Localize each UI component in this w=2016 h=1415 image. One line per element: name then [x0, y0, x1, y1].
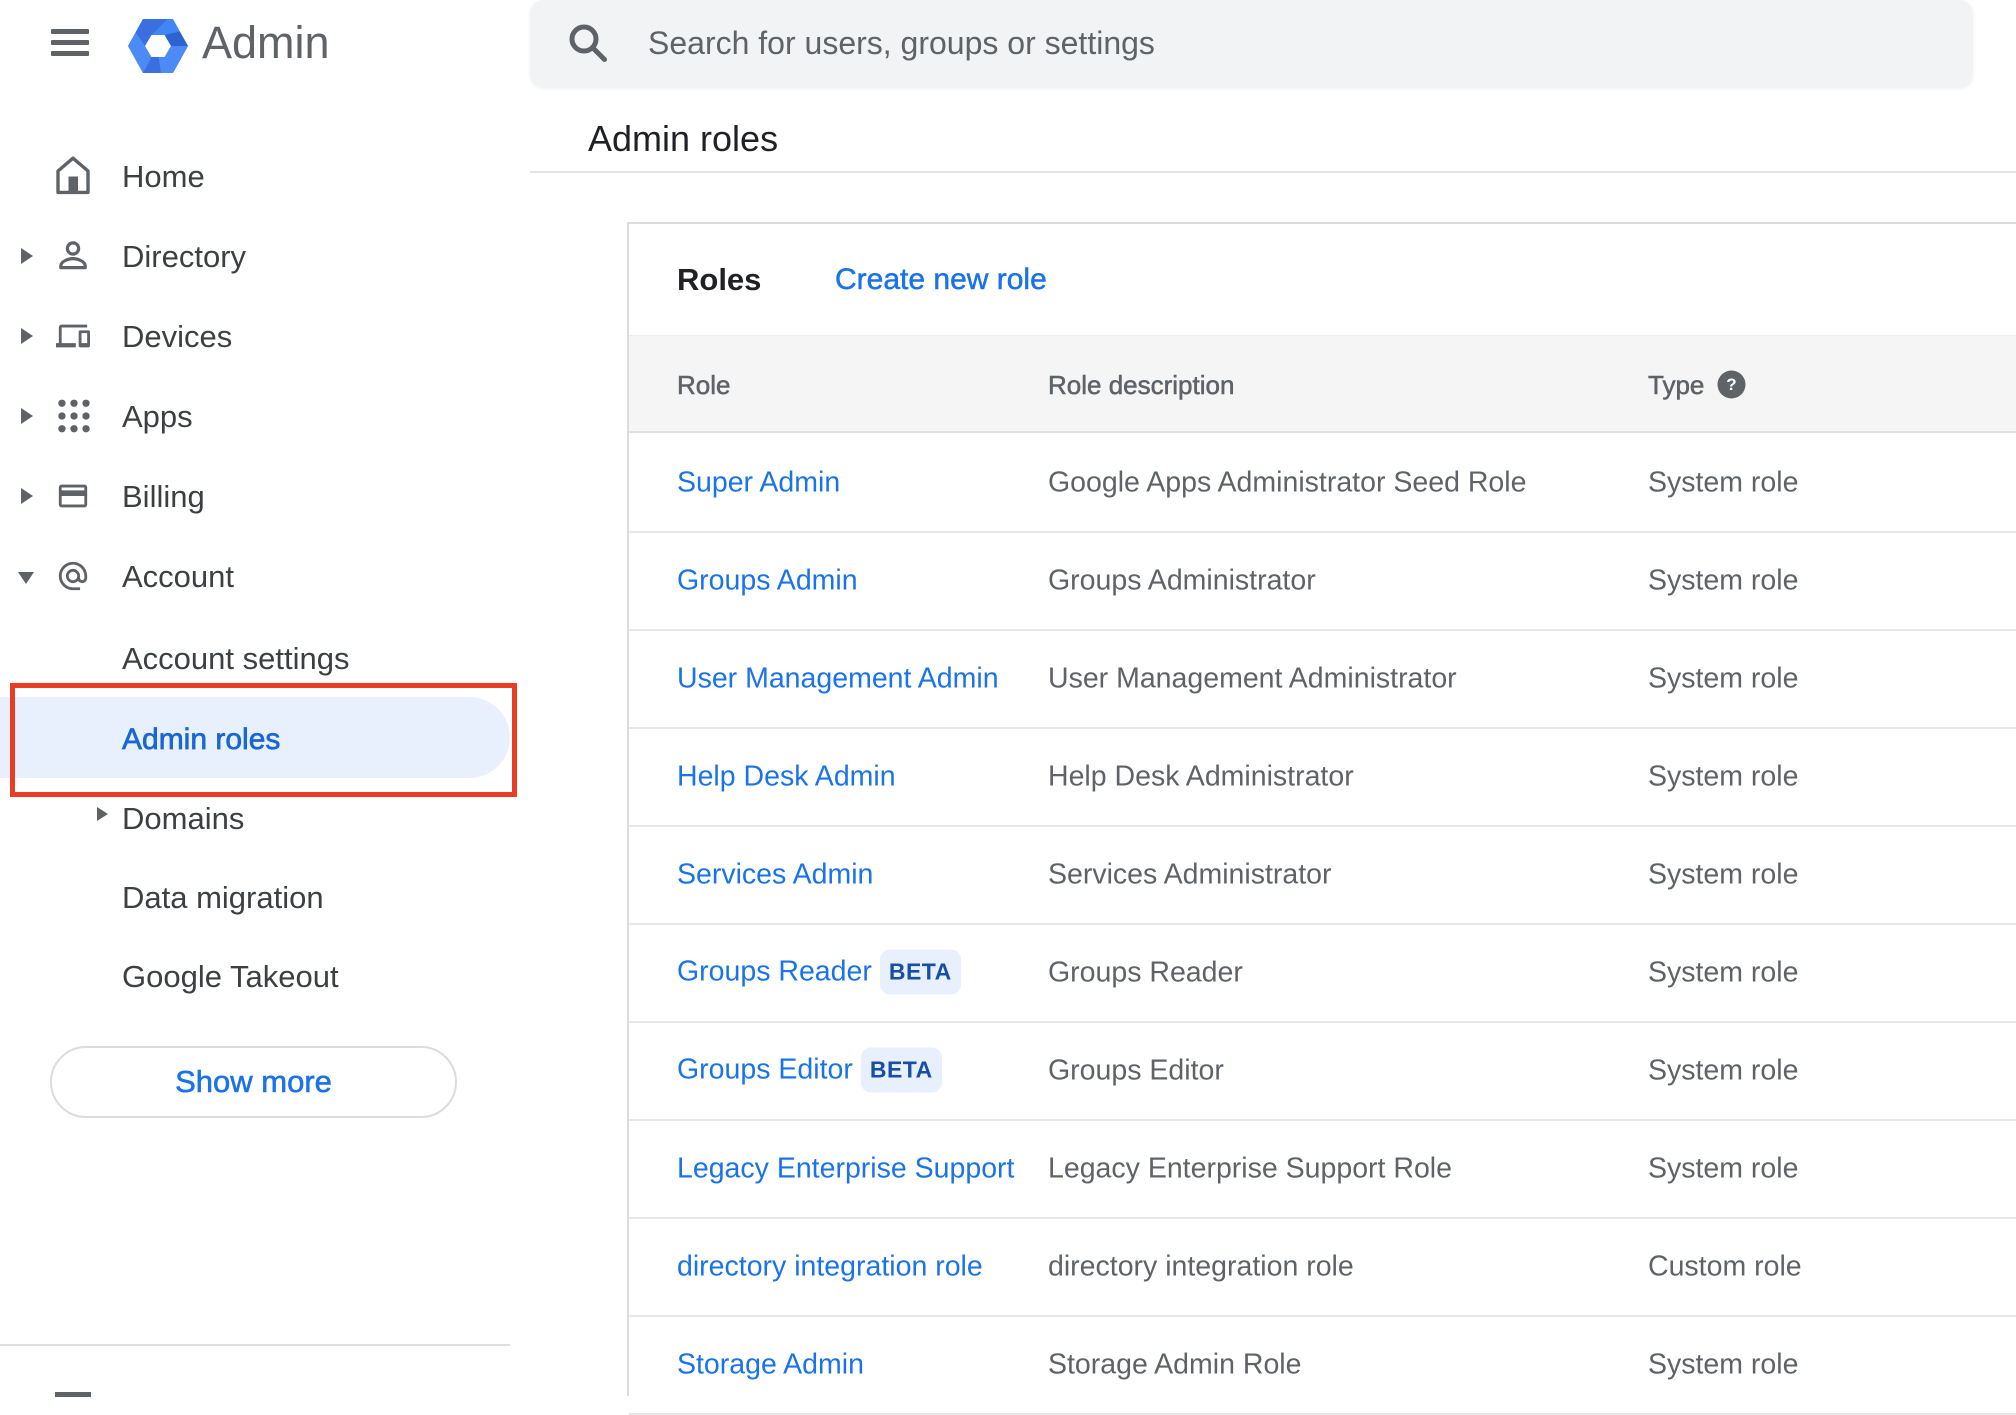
svg-text:?: ?	[1726, 375, 1736, 394]
